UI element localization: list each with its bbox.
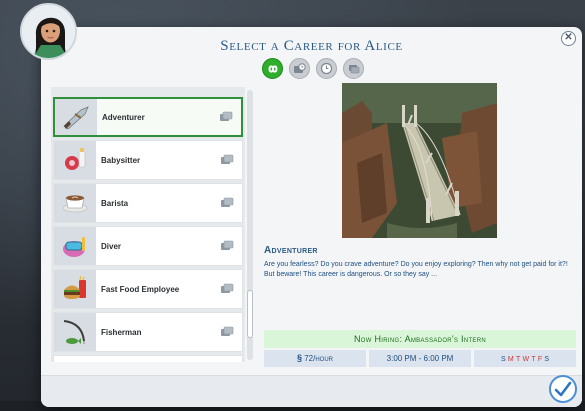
day-friday: F [537,356,543,363]
career-description: Are you fearless? Do you crave adventure… [264,261,568,278]
work-days: S M T W T F S [474,350,576,367]
career-item-babysitter[interactable]: Babysitter [53,140,243,180]
day-saturday: S [544,356,550,363]
simoleon-symbol: § [296,353,302,363]
confirm-button[interactable] [549,375,577,403]
dialog-footer [41,375,582,407]
part-time-icon [221,154,234,164]
full-time-icon [220,111,233,121]
day-wednesday: W [522,356,530,363]
career-item-partial[interactable] [53,355,243,362]
part-time-icon [221,197,234,207]
career-list: Adventurer Babysitter Barista Diver Fast… [51,87,245,362]
sim-avatar [20,3,77,60]
close-icon: ✕ [564,32,573,43]
career-name: Barista [101,198,129,208]
day-thursday: T [531,356,536,363]
diving-mask-icon [54,227,96,265]
day-monday: M [507,356,514,363]
career-item-adventurer[interactable]: Adventurer [53,97,243,137]
day-sunday: S [500,356,506,363]
filter-odd-jobs[interactable] [343,58,364,79]
selected-career-title: Adventurer [264,245,318,256]
machete-icon [55,99,97,135]
career-item-barista[interactable]: Barista [53,183,243,223]
fishing-rod-icon [54,313,96,351]
checkmark-icon [554,381,572,397]
career-item-fisherman[interactable]: Fisherman [53,312,243,352]
career-type-filters [262,58,364,79]
work-hours: 3:00 PM - 6:00 PM [369,350,471,367]
baby-bottle-icon [54,141,96,179]
close-button[interactable]: ✕ [561,31,576,46]
part-time-icon [221,326,234,336]
now-hiring-banner: Now Hiring: Ambassador's Intern [264,330,576,348]
part-time-icon [221,283,234,293]
career-name: Adventurer [102,112,145,122]
career-item-fast-food-employee[interactable]: Fast Food Employee [53,269,243,309]
pay-rate: § 72/hour [264,350,366,367]
day-tuesday: T [515,356,521,363]
filter-all-careers[interactable] [262,58,283,79]
odd-job-icon [221,240,234,250]
pay-unit: /hour [313,354,334,363]
career-item-diver[interactable]: Diver [53,226,243,266]
infinity-icon [267,64,278,73]
pay-amount: 72 [304,354,314,363]
dialog-title: Select a Career for Alice [220,38,403,54]
filter-part-time[interactable] [316,58,337,79]
filter-full-time[interactable] [289,58,310,79]
odd-job-icon [349,65,360,74]
fast-food-icon [54,270,96,308]
career-info-row: § 72/hour 3:00 PM - 6:00 PM S M T W T F … [264,350,576,367]
full-time-icon [294,63,306,73]
coffee-cup-icon [54,184,96,222]
career-preview-image [342,83,497,238]
career-name: Babysitter [101,155,141,165]
career-name: Fisherman [101,327,142,337]
part-time-icon [320,62,333,75]
career-name: Fast Food Employee [101,284,180,294]
scrollbar-thumb[interactable] [247,290,253,338]
career-name: Diver [101,241,122,251]
